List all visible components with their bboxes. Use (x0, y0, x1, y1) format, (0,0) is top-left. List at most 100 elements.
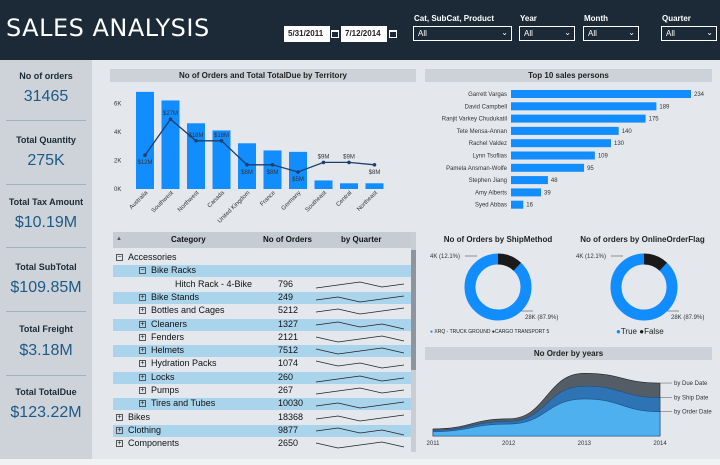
row-orders: 2650 (278, 438, 299, 449)
collapse-icon[interactable]: − (116, 254, 123, 261)
table-row[interactable]: + Pumps 267 (113, 385, 411, 397)
data-label: 4K (12.1%) (576, 254, 606, 260)
line-point (270, 163, 275, 167)
bar[interactable] (511, 200, 524, 209)
table-row[interactable]: + Clothing 9877 (113, 424, 411, 437)
bar[interactable] (314, 180, 333, 189)
legend-item: CARGO TRANSPORT 5 (494, 329, 550, 335)
data-label: $9M (343, 154, 355, 160)
bar[interactable] (511, 126, 619, 135)
chevron-down-icon: ⌄ (628, 28, 635, 37)
x-tick-label: Southwest (151, 190, 175, 214)
expand-icon[interactable]: + (116, 413, 123, 421)
bar[interactable] (340, 183, 358, 189)
bar[interactable] (511, 90, 691, 98)
table-row[interactable]: − Accessories (113, 252, 411, 264)
scrollbar-thumb[interactable] (411, 250, 416, 370)
expand-icon[interactable]: + (139, 293, 146, 301)
legend-item: XRQ - TRUCK GROUND (434, 329, 491, 335)
data-label: 189 (659, 104, 670, 110)
expand-icon[interactable]: + (116, 440, 123, 448)
row-orders: 267 (278, 385, 294, 395)
end-date-input[interactable]: 7/12/2014 (341, 26, 387, 42)
table-scrollbar[interactable] (411, 232, 416, 452)
kpi-panel: No of orders 31465 Total Quantity 275K T… (0, 60, 92, 465)
territory-chart[interactable]: 6K 4K 2K 0K Australia Southwest Northwest Canad… (110, 82, 416, 227)
calendar-icon[interactable] (389, 30, 397, 38)
calendar-icon[interactable] (331, 30, 339, 38)
column-header-orders[interactable]: No of Orders (263, 235, 312, 244)
shipmethod-donut-chart[interactable]: 4K (12.1%) 28K (87.9%) (425, 247, 571, 342)
shipmethod-legend: ● XRQ - TRUCK GROUND ●CARGO TRANSPORT 5 (430, 329, 549, 335)
expand-icon[interactable]: + (139, 373, 146, 381)
chevron-down-icon: ⌄ (706, 28, 713, 37)
expand-icon[interactable]: + (139, 400, 146, 408)
table-row[interactable]: + Components 2650 (113, 438, 411, 450)
kpi-value-tax: $10.19M (14, 214, 78, 231)
start-date-input[interactable]: 5/31/2011 (284, 26, 330, 42)
bar[interactable] (511, 163, 585, 172)
table-row[interactable]: + Bike Stands 249 (113, 291, 411, 304)
series-label: by Order Date (674, 410, 712, 416)
x-tick-label: Central (335, 190, 353, 208)
kpi-divider (6, 375, 86, 376)
quarter-sparkline (316, 307, 405, 315)
x-tick-label: Southeast (305, 190, 329, 214)
years-area-chart[interactable]: by Due Date by Ship Date by Order Date 2011… (425, 360, 717, 452)
x-tick-label: 2014 (653, 441, 667, 447)
category-table[interactable]: ▲ Category No of Orders by Quarter − Acce… (113, 232, 411, 452)
bar[interactable] (511, 102, 657, 111)
bar[interactable] (365, 183, 384, 189)
bar[interactable] (511, 188, 541, 197)
chevron-down-icon: ⌄ (564, 28, 571, 37)
data-label: $27M (163, 111, 178, 117)
table-row[interactable]: + Tires and Tubes 10030 (113, 398, 411, 411)
bar[interactable] (511, 176, 548, 185)
month-filter-select[interactable]: All ⌄ (583, 26, 639, 41)
quarter-sparkline (316, 401, 405, 409)
row-category: Hitch Rack - 4-Bike (175, 278, 253, 289)
category-filter-select[interactable]: All ⌄ (413, 26, 512, 41)
territory-chart-title: No of Orders and Total TotalDue by Terri… (110, 69, 416, 82)
table-row[interactable]: Hitch Rack - 4-Bike 796 (113, 279, 411, 291)
row-category: Clothing (128, 424, 162, 435)
row-category: Bike Racks (151, 265, 197, 276)
bar[interactable] (511, 139, 611, 148)
table-row[interactable]: + Cleaners 1327 (113, 318, 411, 331)
expand-icon[interactable]: + (139, 360, 146, 368)
line-point (347, 160, 351, 165)
expand-icon[interactable]: + (139, 387, 146, 394)
table-row[interactable]: + Fenders 2121 (113, 332, 411, 344)
quarter-sparkline (316, 427, 405, 436)
quarter-sparkline (316, 361, 405, 369)
bar[interactable] (511, 114, 646, 123)
line-point (372, 163, 377, 167)
table-row[interactable]: + Locks 260 (113, 371, 411, 384)
table-row[interactable]: + Helmets 7512 (113, 345, 411, 358)
top-sales-chart[interactable]: Garrett Vargas 234 David Campbell 189 Ranjit… (425, 83, 715, 218)
year-filter-select[interactable]: All ⌄ (519, 26, 575, 41)
quarter-sparkline (316, 347, 405, 355)
top-sales-title: Top 10 sales persons (425, 69, 712, 82)
sort-icon[interactable]: ▲ (116, 236, 122, 242)
table-row[interactable]: + Bikes 18368 (113, 412, 411, 424)
row-orders: 1074 (278, 358, 299, 369)
expand-icon[interactable]: + (139, 307, 146, 315)
expand-icon[interactable]: + (139, 320, 146, 328)
table-row[interactable]: + Bottles and Cages 5212 (113, 305, 411, 317)
x-tick-label: Northeast (356, 190, 379, 213)
kpi-label-freight: Total Freight (19, 324, 73, 334)
table-row[interactable]: − Bike Racks (113, 265, 411, 278)
collapse-icon[interactable]: − (139, 267, 146, 275)
expand-icon[interactable]: + (116, 426, 123, 434)
column-header-category[interactable]: Category (171, 235, 206, 244)
bar[interactable] (136, 91, 154, 189)
expand-icon[interactable]: + (139, 347, 146, 355)
quarter-filter-select[interactable]: All ⌄ (661, 26, 717, 41)
table-row[interactable]: + Hydration Packs 1074 (113, 358, 411, 370)
expand-icon[interactable]: + (139, 333, 146, 341)
column-header-quarter[interactable]: by Quarter (341, 235, 381, 244)
x-tick-label: Northwest (177, 190, 201, 214)
bar[interactable] (511, 151, 595, 160)
row-orders: 7512 (278, 345, 299, 356)
